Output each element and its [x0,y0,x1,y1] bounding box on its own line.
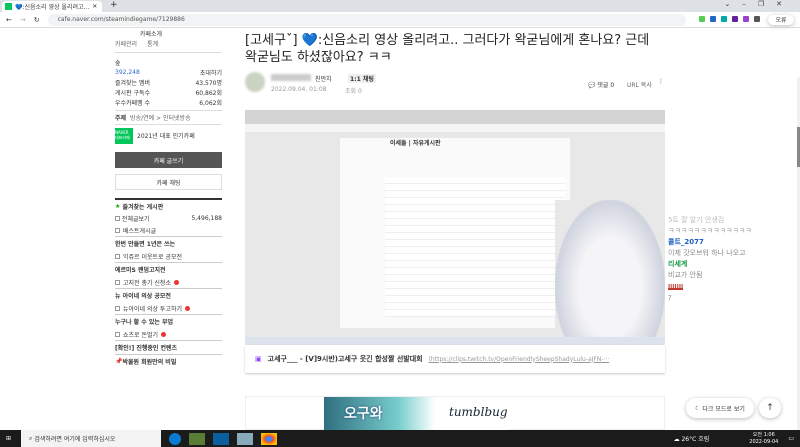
browser-tab[interactable]: 💙:신음소리 영상 올리려고... ✕ [2,1,102,12]
star-icon: ★ [115,202,121,210]
cafe-level: 숲 [115,59,121,67]
contents-menu[interactable]: [확인!] 진행중인 컨텐츠 [115,340,222,354]
member-count: 392,248 [115,68,140,76]
taskbar: ⊞ ⌕ 검색하려면 여기에 입력하십시오 ☁ 26°C 흐림 오전 1:06 20… [0,430,800,447]
video-embed[interactable]: 이세돌 | 자유게시판 [245,110,665,345]
twitch-link-card[interactable]: ▣ 고세구___ - [V]9시반)고세구 웃긴 합성짤 선발대회 (https… [245,345,665,373]
extensions[interactable] [694,15,760,24]
board-link[interactable]: 뉴아이네 의상 투고하기 [115,302,222,314]
chat-message: 콜트_2077 이제 갓오브워 하나 나오고 [668,238,746,257]
board-link[interactable]: 쇼츠로 돈벌기 [115,328,222,340]
twitch-icon: ▣ [255,355,262,363]
chat-message: 5트 잘 알기 안생김 ㅋㅋㅋㅋㅋㅋㅋㅋㅋㅋㅋㅋㅋ [668,216,752,235]
back-icon[interactable]: ← [6,16,12,24]
forward-icon[interactable]: → [20,16,26,24]
dark-mode-button[interactable]: ☾ 다크 모드로 보기 [686,398,754,418]
profile-button[interactable]: 오류 [768,14,794,25]
naver-cafe-icon [5,3,12,10]
address-bar-row: ← → ↻ cafe.naver.com/steamindiegame/712988… [0,12,800,28]
clock[interactable]: 오전 1:06 2022-09-04 [749,432,778,446]
scroll-top-button[interactable]: ↑ [759,398,781,418]
board-link[interactable]: 고지전 총기 신청소 [115,276,222,288]
write-post-button[interactable]: 카페 글쓰기 [115,152,222,168]
board-best[interactable]: 베스트게시글 [115,224,222,236]
weather[interactable]: ☁ 26°C 흐림 [674,434,710,443]
edge-icon[interactable] [169,432,182,445]
chat-message: IIIIIIII? [668,284,683,302]
comments-button[interactable]: 💬 댓글 0 [588,80,614,89]
board-all[interactable]: 전체글보기 5,496,188 [115,212,222,224]
article-title: [고세구ˇ] 💙:신음소리 영상 올리려고.. 그러다가 왁굳님에게 혼나요? … [245,33,650,65]
tab-bar: 💙:신음소리 영상 올리려고... ✕ + ⌄–❐✕ [0,0,800,12]
windows-start-icon[interactable]: ⊞ [6,435,11,442]
ad-banner[interactable]: 오구와 tumblbug [245,396,665,431]
award-badge: NAVER 대표카페 [115,127,133,144]
chat-overlay: 5트 잘 알기 안생김 ㅋㅋㅋㅋㅋㅋㅋㅋㅋㅋㅋㅋㅋ 콜트_2077 이제 갓오브워 … [668,215,798,304]
author-name-blurred [271,74,311,81]
taskbar-search[interactable]: ⌕ 검색하려면 여기에 입력하십시오 [21,430,162,447]
embedded-board-title: 이세돌 | 자유게시판 [390,140,441,147]
chrome-icon[interactable] [261,432,278,445]
cafe-intro-link[interactable]: 카페소개 [115,28,222,38]
app-icon[interactable] [237,432,254,445]
url-input[interactable]: cafe.naver.com/steamindiegame/7129886 [47,13,686,26]
more-icon[interactable]: ⋮ [658,78,664,85]
notification-icon[interactable]: ▭ [788,435,794,442]
link-url[interactable]: (https://clips.twitch.tv/OpenFriendlyShe… [429,356,610,363]
new-badge-icon [173,279,179,285]
topic-link[interactable]: 방송/연예 > 인터넷방송 [130,113,191,122]
article-meta: 친먼치 1:1 채팅 2022.09.04. 01:08 조회 0 💬 댓글 0… [245,72,665,100]
close-icon[interactable]: ✕ [92,3,97,10]
url-copy-button[interactable]: URL 복사 [627,80,652,89]
invite-link[interactable]: 초대하기 [200,68,222,77]
minecraft-icon[interactable] [189,432,206,445]
stats-link[interactable]: 통계 [147,39,158,48]
board-link[interactable]: 익쥬르 이웃트로 공모전 [115,250,222,262]
pin-icon: 📌 [115,358,123,365]
cafe-chat-button[interactable]: 카페 채팅 [115,174,222,190]
window-controls[interactable]: ⌄–❐✕ [724,0,794,8]
vtuber-avatar [555,200,665,345]
reload-icon[interactable]: ↻ [34,16,40,24]
secret-board-link[interactable]: 박물원 회원만의 비밀 [122,357,176,366]
chat-badge[interactable]: 1:1 채팅 [348,74,376,83]
vscode-icon[interactable] [213,432,230,445]
article: [고세구ˇ] 💙:신음소리 영상 올리려고.. 그러다가 왁굳님에게 혼나요? … [245,28,665,100]
cafe-sidebar: 카페소개 카페관리 통계 숲 392,248 초대하기 즐겨찾는 멤버 43,570명… [115,28,222,368]
cafe-manage-link[interactable]: 카페관리 [115,39,137,48]
new-badge-icon [161,331,167,337]
chat-message: 리세계 비교가 안됨 [668,260,703,279]
avatar [245,72,265,92]
new-badge-icon [185,305,191,311]
new-tab-button[interactable]: + [110,0,118,10]
